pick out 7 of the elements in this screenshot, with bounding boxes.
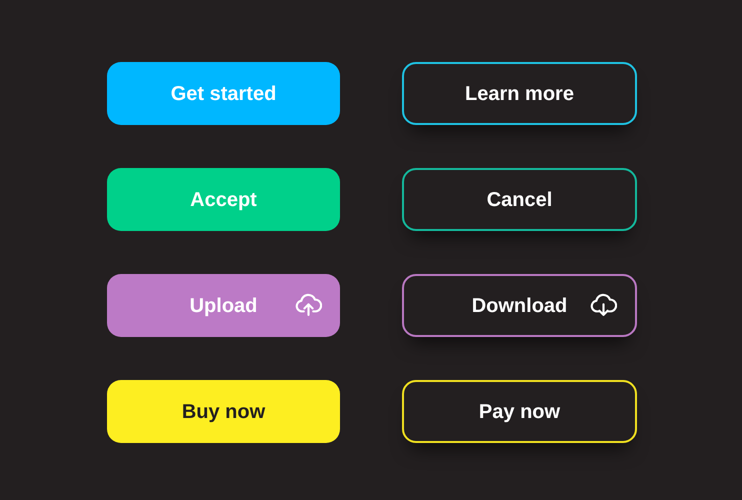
cloud-upload-icon [295,293,322,318]
action-button[interactable]: Buy now [107,380,340,443]
action-button[interactable]: Learn more [402,62,637,125]
action-button[interactable]: Download [402,274,637,337]
action-button[interactable]: Pay now [402,380,637,443]
action-button[interactable]: Cancel [402,168,637,231]
cloud-download-icon [590,293,617,318]
